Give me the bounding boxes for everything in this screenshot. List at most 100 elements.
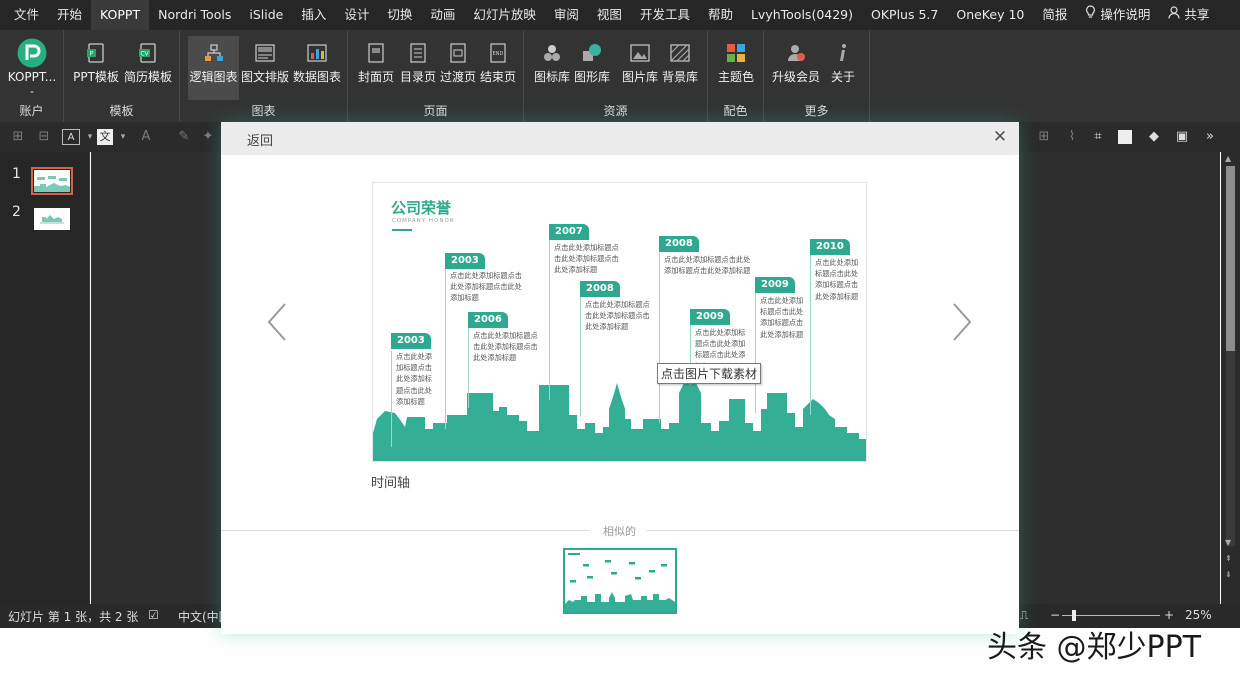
share-button[interactable]: 共享	[1159, 0, 1218, 30]
group-label-resource: 资源	[603, 104, 628, 118]
timeline-pole	[549, 240, 550, 400]
toc-page-button[interactable]: 目录页	[398, 36, 438, 100]
toc-page-label: 目录页	[399, 70, 436, 84]
logic-chart-button[interactable]: 逻辑图表	[188, 36, 239, 100]
font-color-icon[interactable]: A	[138, 129, 154, 145]
ribbon-group-page: 封面页 目录页 过渡页 END 结束页 页面	[348, 30, 524, 122]
crop-icon[interactable]: ⌗	[1090, 129, 1106, 145]
picture-icon[interactable]: ▣	[1174, 129, 1190, 145]
presenter-view-icon[interactable]: ⎍	[1020, 608, 1028, 623]
tab-view[interactable]: 视图	[588, 0, 631, 30]
tab-koppt[interactable]: KOPPT	[91, 0, 150, 30]
tell-me-button[interactable]: 操作说明	[1076, 0, 1159, 30]
similar-template-graphic	[565, 553, 675, 612]
tab-nordri-tools[interactable]: Nordri Tools	[149, 0, 240, 30]
pin-icon[interactable]: ✦	[200, 129, 216, 145]
back-button[interactable]: 返回	[247, 130, 273, 149]
tab-slideshow[interactable]: 幻灯片放映	[464, 0, 545, 30]
similar-template-thumbnail[interactable]	[563, 548, 677, 614]
tab-design[interactable]: 设计	[335, 0, 378, 30]
image-library-button[interactable]: 图片库	[620, 36, 660, 100]
data-chart-button[interactable]: 数据图表	[291, 36, 343, 100]
toolbar-icon-1[interactable]: ⊞	[10, 129, 26, 145]
previous-arrow-icon[interactable]	[265, 302, 289, 342]
about-button[interactable]: 关于	[824, 36, 862, 100]
bar-chart-icon	[307, 44, 327, 62]
milestone-text: 点击此处添加标题点击此处添加标题点击此处添加标题	[664, 255, 751, 276]
notes-check-icon[interactable]: ☑	[148, 608, 159, 622]
tab-onekey[interactable]: OneKey 10	[947, 0, 1033, 30]
slide-thumbnail-2[interactable]	[34, 208, 70, 230]
zoom-slider-thumb[interactable]	[1072, 610, 1076, 621]
toolbar-icon-2[interactable]: ⊟	[36, 129, 52, 145]
about-label: 关于	[830, 70, 855, 84]
tab-transitions[interactable]: 切换	[378, 0, 421, 30]
cover-page-button[interactable]: 封面页	[354, 36, 398, 100]
tab-animations[interactable]: 动画	[421, 0, 464, 30]
resume-template-button[interactable]: CV 简历模板	[122, 36, 174, 100]
info-icon	[840, 44, 846, 61]
koppt-account-label: KOPPT...	[7, 70, 57, 84]
zoom-level[interactable]: 25%	[1185, 608, 1212, 622]
vertical-scrollbar[interactable]: ▲ ▼ ⇞ ⇟	[1221, 152, 1240, 604]
more-icon[interactable]: »	[1202, 129, 1218, 145]
chevron-down-icon[interactable]: ▾	[82, 129, 98, 145]
toolbar-icon-right-1[interactable]: ⊞	[1036, 129, 1052, 145]
zoom-in-button[interactable]: +	[1164, 608, 1174, 622]
icon-library-button[interactable]: 图标库	[532, 36, 572, 100]
milestone-text: 点击此处添加标题点击此处添加标题点击此处添加标题	[473, 331, 538, 363]
background-library-button[interactable]: 背景库	[660, 36, 700, 100]
zoom-out-button[interactable]: −	[1050, 608, 1060, 622]
divider	[221, 530, 589, 531]
tab-islide[interactable]: iSlide	[240, 0, 292, 30]
timeline-pole	[445, 269, 446, 429]
char-icon[interactable]: 文	[97, 129, 113, 145]
scroll-up-icon[interactable]: ▲	[1225, 154, 1231, 163]
template-preview-dialog: 返回 ✕ 公司荣誉 COMPANY HONOR 2003 点击此处添加标题点击此…	[221, 122, 1019, 634]
koppt-account-button[interactable]: KOPPT... ⌄	[4, 36, 60, 100]
tell-me-label: 操作说明	[1100, 7, 1151, 22]
ribbon-group-chart: 逻辑图表 图文排版 数据图表 图表	[180, 30, 348, 122]
tab-okplus[interactable]: OKPlus 5.7	[862, 0, 947, 30]
close-icon[interactable]: ✕	[991, 128, 1009, 146]
shape-library-icon	[583, 44, 601, 61]
tab-home[interactable]: 开始	[48, 0, 91, 30]
dropdown-chevron-icon: ⌄	[28, 86, 36, 95]
upgrade-member-button[interactable]: 升级会员	[770, 36, 822, 100]
template-preview-image[interactable]: 公司荣誉 COMPANY HONOR 2003 点击此处添加标题点击此处添加标题…	[372, 182, 867, 462]
scroll-down-icon[interactable]: ▼	[1225, 538, 1231, 547]
milestone-year: 2009	[755, 277, 795, 293]
group-label-color: 配色	[723, 104, 748, 118]
chevron-down-icon-2[interactable]: ▾	[115, 129, 131, 145]
tab-lvyhtools[interactable]: LvyhTools(0429)	[742, 0, 862, 30]
tab-briefing[interactable]: 简报	[1033, 0, 1076, 30]
milestone-text: 点击此处添加标题点击此处添加标题点击此处添加标题	[450, 271, 522, 303]
zoom-slider-track[interactable]	[1062, 615, 1160, 616]
tab-developer[interactable]: 开发工具	[631, 0, 699, 30]
tab-insert[interactable]: 插入	[292, 0, 335, 30]
white-fill-icon[interactable]	[1118, 130, 1132, 144]
ribbon-group-resource: 图标库 图形库 图片库 背景库 资源	[524, 30, 708, 122]
upgrade-member-label: 升级会员	[771, 70, 820, 84]
tab-review[interactable]: 审阅	[545, 0, 588, 30]
next-arrow-icon[interactable]	[950, 302, 974, 342]
scroll-thumb[interactable]	[1226, 166, 1235, 351]
end-page-button[interactable]: END 结束页	[478, 36, 518, 100]
text-box-icon[interactable]: A	[62, 129, 80, 145]
ppt-template-button[interactable]: P PPT模板	[70, 36, 122, 100]
tab-file[interactable]: 文件	[0, 0, 48, 30]
theme-color-button[interactable]: 主题色	[714, 36, 758, 100]
dialog-header: 返回 ✕	[221, 122, 1019, 155]
toolbar-icon-right-2[interactable]: ⌇	[1064, 129, 1080, 145]
end-page-label: 结束页	[479, 70, 516, 84]
previous-slide-icon[interactable]: ⇞	[1225, 554, 1232, 563]
text-image-layout-button[interactable]: 图文排版	[239, 36, 291, 100]
shape-library-button[interactable]: 图形库	[572, 36, 612, 100]
tab-help[interactable]: 帮助	[699, 0, 742, 30]
shape-icon[interactable]: ◆	[1146, 129, 1162, 145]
slide-thumbnail-1[interactable]	[31, 167, 73, 195]
slide-thumbnail-2-graphic	[40, 215, 64, 224]
next-slide-icon[interactable]: ⇟	[1225, 570, 1232, 579]
eyedropper-icon[interactable]: ✎	[176, 129, 192, 145]
transition-page-button[interactable]: 过渡页	[438, 36, 478, 100]
